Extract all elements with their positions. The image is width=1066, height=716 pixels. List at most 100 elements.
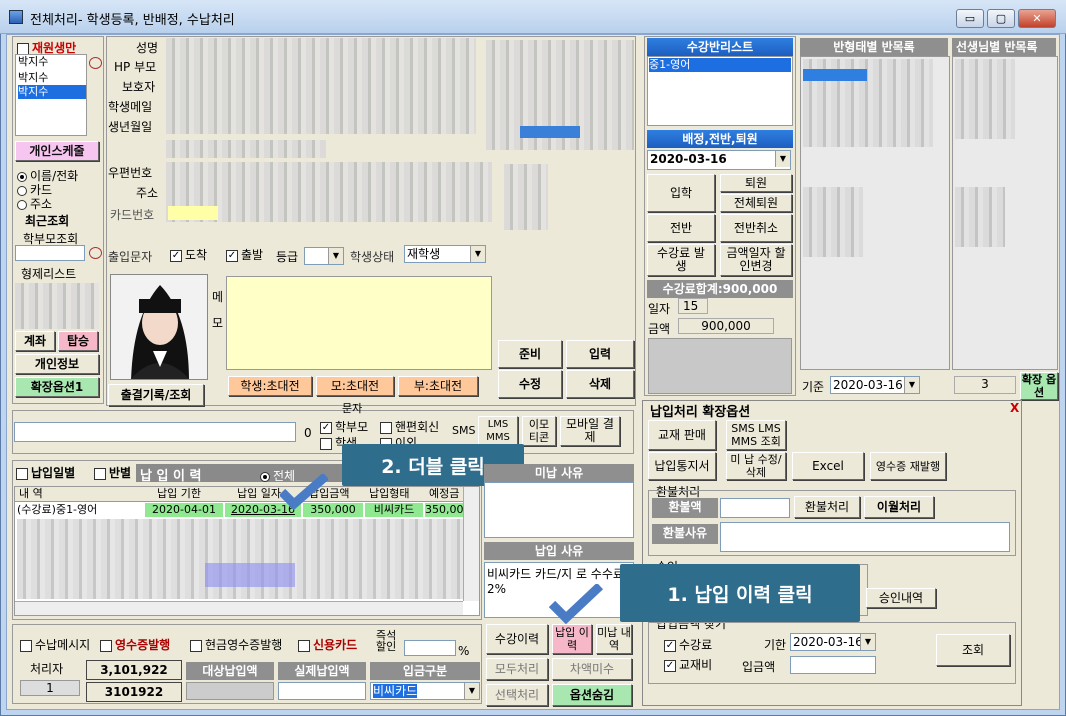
sms-lms-button[interactable]: SMS LMS MMS 조회 <box>726 420 786 450</box>
class-by-type-list[interactable] <box>800 56 950 370</box>
pay-message-checkbox[interactable] <box>20 639 32 652</box>
student-item[interactable]: 박지수 <box>18 71 86 85</box>
col-planned[interactable]: 예정금 <box>429 487 459 501</box>
new-only-checkbox[interactable] <box>17 42 29 55</box>
student-item[interactable]: 박지수 <box>18 55 86 69</box>
book-sale-button[interactable]: 교재 판매 <box>648 420 716 450</box>
arrive-checkbox[interactable]: ✓ <box>170 249 182 262</box>
col-due[interactable]: 납입 기한 <box>157 487 201 501</box>
unpaid-reason-input[interactable] <box>484 482 634 538</box>
phone-reply-checkbox[interactable] <box>380 421 392 434</box>
parent-search-input[interactable] <box>15 245 85 261</box>
fee-issue-button[interactable]: 수강료 발생 <box>647 244 715 276</box>
sms-label[interactable]: SMS <box>452 424 475 437</box>
card-input[interactable] <box>168 206 218 220</box>
attendance-button[interactable]: 출결기록/조회 <box>108 384 204 406</box>
extended-option1-button[interactable]: 확장옵션1 <box>15 377 99 397</box>
col-paid-date[interactable]: 납입 일자 <box>237 487 281 501</box>
refresh-icon[interactable] <box>89 57 102 69</box>
receipt-reissue-button[interactable]: 영수증 재발행 <box>870 452 946 480</box>
withdraw-button[interactable]: 퇴원 <box>720 174 792 192</box>
class-by-teacher-list[interactable] <box>952 56 1058 370</box>
approval-history-button[interactable]: 승인내역 <box>866 588 936 608</box>
transfer-button[interactable]: 전반 <box>647 214 715 242</box>
real-amount-input[interactable] <box>278 682 366 700</box>
refund-amount-input[interactable] <box>720 498 790 518</box>
sms-message-input[interactable] <box>14 422 296 442</box>
all-radio[interactable] <box>260 471 270 482</box>
cash-receipt-checkbox[interactable] <box>190 639 202 652</box>
course-history-button[interactable]: 수강이력 <box>486 624 548 654</box>
book-fee-checkbox[interactable]: ✓ <box>664 659 676 672</box>
base-date-dropdown[interactable]: 2020-03-16 ▼ <box>830 376 920 394</box>
pay-type-dropdown[interactable]: 비씨카드 ▼ <box>370 682 480 700</box>
status-dropdown[interactable]: 재학생 ▼ <box>404 245 486 263</box>
credit-card-checkbox[interactable] <box>298 639 310 652</box>
col-type[interactable]: 납입형태 <box>369 487 409 501</box>
transfer-cancel-button[interactable]: 전반취소 <box>720 214 792 242</box>
close-icon[interactable]: X <box>1010 401 1019 415</box>
expand-options-button[interactable]: 확장 옵션 <box>1020 372 1058 400</box>
boarding-button[interactable]: 탑승 <box>58 331 98 351</box>
mobile-pay-button[interactable]: 모바일 결제 <box>560 416 620 446</box>
enroll-button[interactable]: 입학 <box>647 174 715 212</box>
class-checkbox[interactable] <box>94 467 106 480</box>
invite-student-button[interactable]: 학생:초대전 <box>228 376 312 396</box>
selected-class-row[interactable] <box>803 69 867 81</box>
unpaid-edit-button[interactable]: 미 납 수정/삭제 <box>726 452 786 480</box>
history-scrollbar[interactable] <box>463 487 479 601</box>
diff-unpaid-button[interactable]: 차액미수 <box>552 658 632 680</box>
lookup-button[interactable]: 조회 <box>936 634 1010 666</box>
course-list[interactable]: 중1-영어 <box>647 56 793 126</box>
radio-card[interactable] <box>17 185 27 196</box>
input-button[interactable]: 입력 <box>566 340 634 368</box>
history-table[interactable]: 내 역 납입 기한 납입 일자 납입금액 납입형태 예정금 (수강료)중1-영어… <box>14 486 480 616</box>
prepare-button[interactable]: 준비 <box>498 340 562 368</box>
grade-dropdown[interactable]: ▼ <box>304 247 344 265</box>
maximize-button[interactable]: ▢ <box>987 9 1015 28</box>
memo-textarea[interactable] <box>226 276 492 370</box>
edit-button[interactable]: 수정 <box>498 370 562 398</box>
invite-mother-button[interactable]: 모:초대전 <box>316 376 394 396</box>
col-desc[interactable]: 내 역 <box>19 487 43 501</box>
excel-button[interactable]: Excel <box>792 452 864 480</box>
history-row[interactable]: (수강료)중1-영어 2020-04-01 2020-03-16 350,000… <box>15 503 464 517</box>
invite-father-button[interactable]: 부:초대전 <box>398 376 478 396</box>
minimize-button[interactable]: ▭ <box>956 9 984 28</box>
course-item[interactable]: 중1-영어 <box>649 58 791 72</box>
select-process-button[interactable]: 선택처리 <box>486 684 548 706</box>
parent-checkbox[interactable]: ✓ <box>320 421 332 434</box>
fee-checkbox[interactable]: ✓ <box>664 639 676 652</box>
hide-options-button[interactable]: 옵션숨김 <box>552 684 632 706</box>
withdraw-all-button[interactable]: 전체퇴원 <box>720 194 792 212</box>
emoticon-button[interactable]: 이모 티콘 <box>522 416 556 446</box>
personal-schedule-button[interactable]: 개인스케줄 <box>15 141 99 161</box>
refund-button[interactable]: 환불처리 <box>794 496 860 518</box>
lms-button[interactable]: LMS MMS <box>478 416 518 446</box>
student-list[interactable]: 박지수 박지수 박지수 <box>15 54 87 136</box>
due-date-dropdown[interactable]: 2020-03-16 ▼ <box>790 633 876 651</box>
carryover-button[interactable]: 이월처리 <box>864 496 934 518</box>
radio-address[interactable] <box>17 199 27 210</box>
daily-checkbox[interactable] <box>16 467 28 480</box>
unpaid-detail-button[interactable]: 미납 내역 <box>596 624 632 654</box>
history-hscrollbar[interactable] <box>15 601 463 615</box>
student-item-selected[interactable]: 박지수 <box>18 85 86 99</box>
receipt-checkbox[interactable] <box>100 639 112 652</box>
student-checkbox[interactable] <box>320 437 332 450</box>
depart-checkbox[interactable]: ✓ <box>226 249 238 262</box>
radio-name-phone[interactable] <box>17 171 27 182</box>
pay-history-button[interactable]: 납입 이력 <box>552 624 592 654</box>
discount-input[interactable] <box>404 640 456 656</box>
account-button[interactable]: 계좌 <box>15 331 55 351</box>
deposit-input[interactable] <box>790 656 876 674</box>
search-icon[interactable] <box>89 247 102 259</box>
recent-search-label[interactable]: 최근조회 <box>25 212 69 229</box>
amount-change-button[interactable]: 금액일자 할인변경 <box>720 244 792 276</box>
personal-info-button[interactable]: 개인정보 <box>15 354 99 374</box>
notice-button[interactable]: 납입통지서 <box>648 452 716 480</box>
close-button[interactable]: ✕ <box>1018 9 1056 28</box>
delete-button[interactable]: 삭제 <box>566 370 634 398</box>
refund-reason-input[interactable] <box>720 522 1010 552</box>
process-all-button[interactable]: 모두처리 <box>486 658 548 680</box>
